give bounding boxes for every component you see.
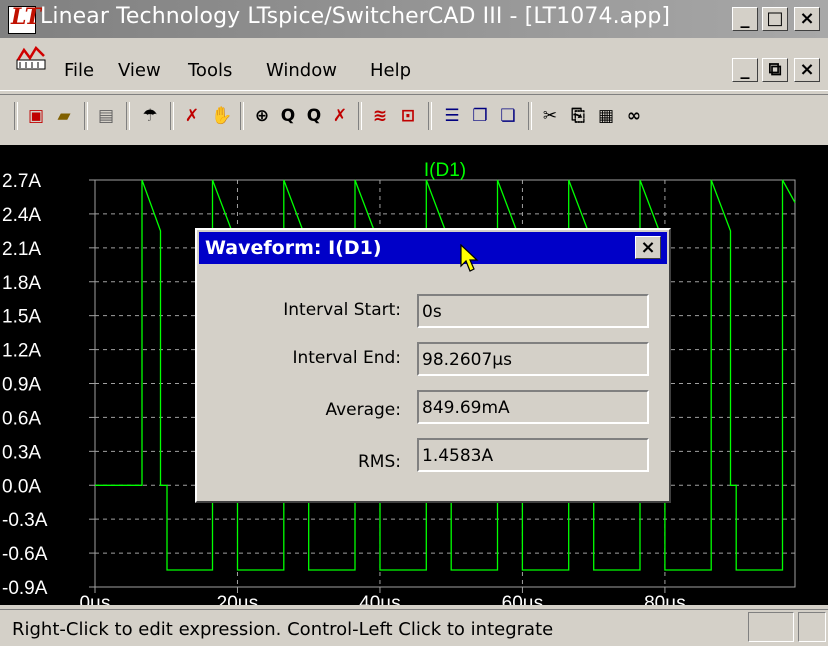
y-tick-label: -0.3A bbox=[2, 510, 48, 531]
toolbar-separator bbox=[240, 102, 244, 130]
y-tick-label: 1.2A bbox=[2, 341, 41, 362]
doc-restore-button[interactable]: ⧉ bbox=[762, 58, 788, 82]
toolbar-separator bbox=[170, 102, 174, 130]
y-tick-label: 0.0A bbox=[2, 476, 41, 497]
x-tick-label: 40µs bbox=[359, 593, 401, 605]
menu-help[interactable]: Help bbox=[370, 60, 411, 81]
menu-view[interactable]: View bbox=[118, 60, 161, 81]
y-tick-label: 1.5A bbox=[2, 307, 41, 328]
interval-start-field[interactable]: 0s bbox=[417, 294, 649, 328]
pan-icon[interactable]: ✋ bbox=[210, 104, 234, 128]
y-tick-label: 0.9A bbox=[2, 375, 41, 396]
x-tick-label: 20µs bbox=[217, 593, 259, 605]
average-field[interactable]: 849.69mA bbox=[417, 390, 649, 424]
y-tick-label: -0.6A bbox=[2, 544, 48, 565]
menu-file[interactable]: File bbox=[64, 60, 94, 81]
y-tick-label: 0.6A bbox=[2, 408, 41, 429]
average-label: Average: bbox=[325, 400, 401, 420]
window-title: Linear Technology LTspice/SwitcherCAD II… bbox=[40, 4, 671, 29]
save-icon[interactable]: ▤ bbox=[94, 104, 118, 128]
x-tick-label: 80µs bbox=[644, 593, 686, 605]
zoom-out-icon[interactable]: Q bbox=[302, 104, 326, 128]
cascade-icon[interactable]: ❐ bbox=[468, 104, 492, 128]
trace-label: I(D1) bbox=[424, 160, 466, 181]
title-bar: LT Linear Technology LTspice/SwitcherCAD… bbox=[0, 0, 828, 38]
maximize-button[interactable]: □ bbox=[762, 7, 788, 31]
rms-label: RMS: bbox=[358, 452, 401, 472]
ltspice-logo-icon: LT bbox=[8, 4, 41, 34]
zoom-area-icon[interactable]: Q bbox=[276, 104, 300, 128]
dialog-title-bar[interactable]: Waveform: I(D1) × bbox=[199, 232, 667, 264]
status-text: Right-Click to edit expression. Control-… bbox=[12, 619, 554, 640]
y-tick-label: 2.7A bbox=[2, 171, 41, 192]
interval-end-field[interactable]: 98.2607µs bbox=[417, 342, 649, 376]
dialog-title: Waveform: I(D1) bbox=[205, 237, 382, 259]
interval-start-label: Interval Start: bbox=[283, 300, 401, 320]
toolbar-separator bbox=[126, 102, 130, 130]
y-tick-label: -0.9A bbox=[2, 578, 48, 599]
cut-icon[interactable]: ✂ bbox=[538, 104, 562, 128]
toolbar-separator bbox=[528, 102, 532, 130]
minimize-button[interactable]: _ bbox=[732, 7, 758, 31]
zoom-cancel-icon[interactable]: ✗ bbox=[328, 104, 352, 128]
autorange-icon[interactable]: ≋ bbox=[368, 104, 392, 128]
toolbar-separator bbox=[14, 102, 18, 130]
rms-field[interactable]: 1.4583A bbox=[417, 438, 649, 472]
waveform-doc-icon bbox=[16, 46, 46, 70]
tile-horizontal-icon[interactable]: ☰ bbox=[440, 104, 464, 128]
run-icon[interactable]: ✗ bbox=[180, 104, 204, 128]
x-tick-label: 60µs bbox=[502, 593, 544, 605]
paste-icon[interactable]: ▦ bbox=[594, 104, 618, 128]
copy-icon[interactable]: ⎘ bbox=[566, 104, 590, 128]
zoom-in-icon[interactable]: ⊕ bbox=[250, 104, 274, 128]
doc-close-button[interactable]: × bbox=[794, 58, 820, 82]
open-icon[interactable]: ▰ bbox=[52, 104, 76, 128]
new-schematic-icon[interactable]: ▣ bbox=[24, 104, 48, 128]
mouse-pointer-icon bbox=[460, 244, 479, 272]
y-tick-label: 1.8A bbox=[2, 273, 41, 294]
y-tick-label: 0.3A bbox=[2, 442, 41, 463]
dialog-close-button[interactable]: × bbox=[635, 236, 661, 259]
status-panel bbox=[748, 612, 794, 642]
toolbar-separator bbox=[84, 102, 88, 130]
menu-window[interactable]: Window bbox=[266, 60, 337, 81]
doc-minimize-button[interactable]: _ bbox=[732, 58, 758, 82]
y-tick-label: 2.1A bbox=[2, 239, 41, 260]
markers-icon[interactable]: ⊡ bbox=[396, 104, 420, 128]
close-button[interactable]: × bbox=[794, 7, 820, 31]
menu-tools[interactable]: Tools bbox=[188, 60, 232, 81]
size-grip[interactable] bbox=[798, 612, 826, 642]
find-icon[interactable]: ∞ bbox=[622, 104, 646, 128]
x-tick-label: 0µs bbox=[79, 593, 110, 605]
toolbar-separator bbox=[358, 102, 362, 130]
control-panel-icon[interactable]: ☂ bbox=[138, 104, 162, 128]
waveform-dialog: Waveform: I(D1) × Interval Start: 0s Int… bbox=[195, 228, 671, 503]
interval-end-label: Interval End: bbox=[292, 348, 401, 368]
toolbar-separator bbox=[428, 102, 432, 130]
tile-vertical-icon[interactable]: ❏ bbox=[496, 104, 520, 128]
y-tick-label: 2.4A bbox=[2, 205, 41, 226]
